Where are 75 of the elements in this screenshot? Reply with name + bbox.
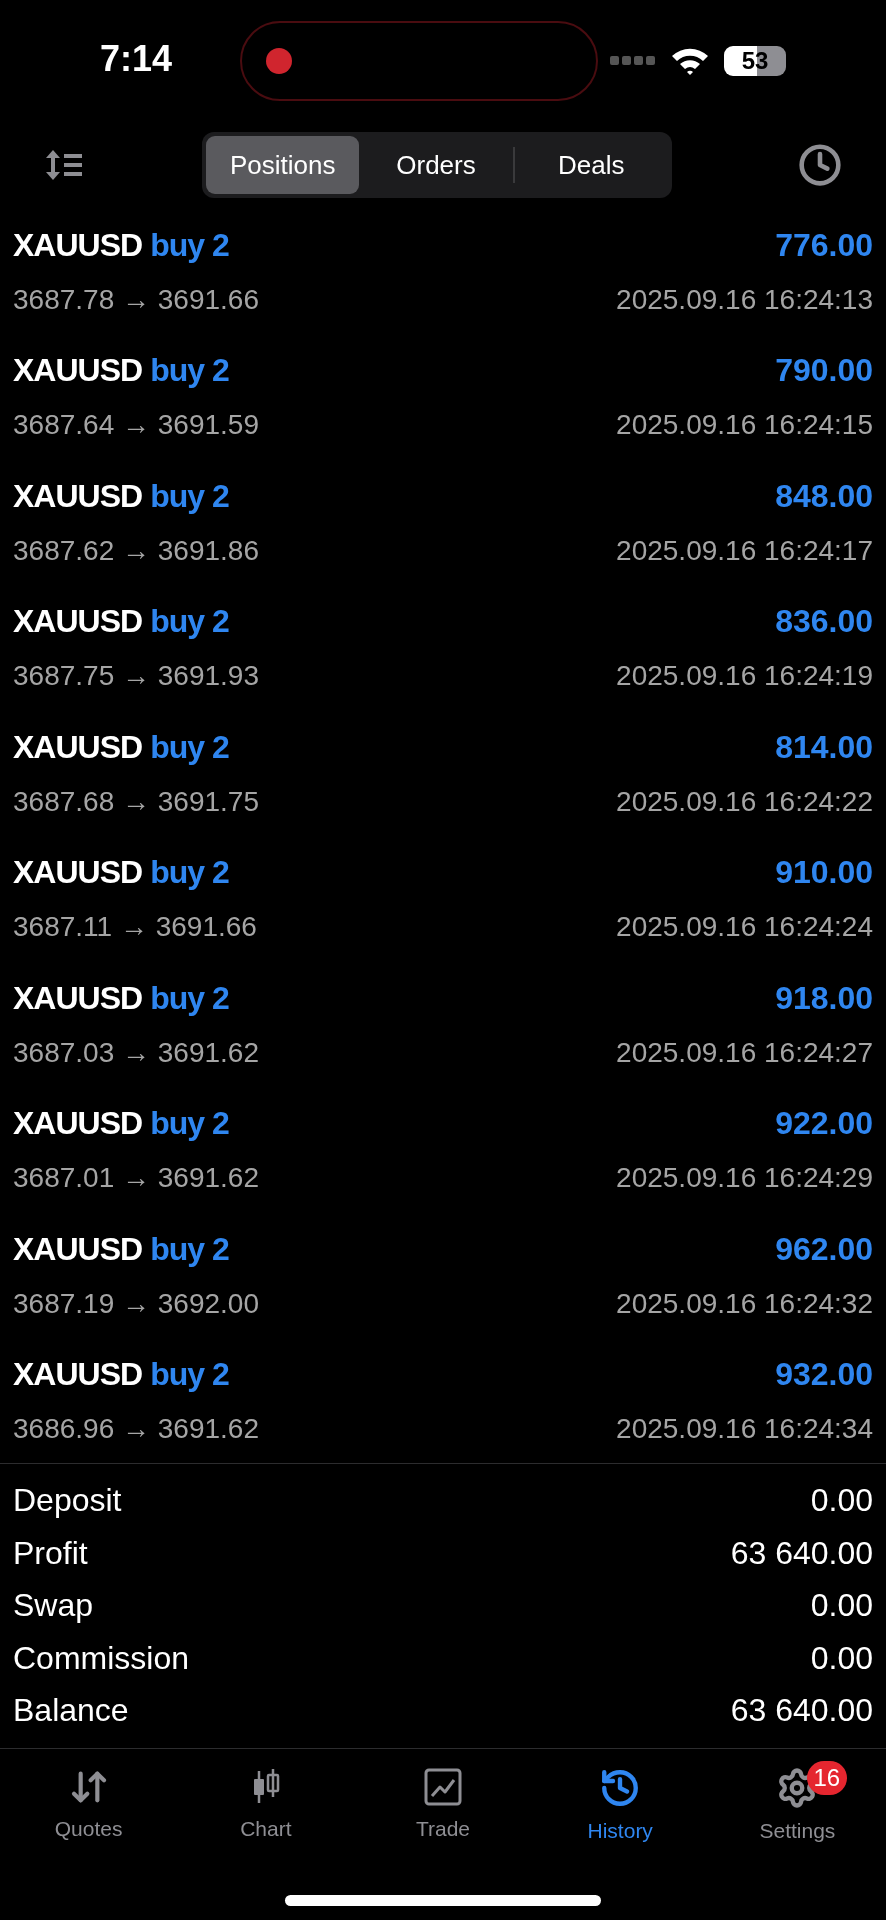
- price-range: 3687.03 → 3691.62: [13, 1035, 259, 1070]
- tab-bar-item[interactable]: Quotes: [54, 1767, 123, 1847]
- status-time: 7:14: [100, 37, 174, 81]
- signal-dots-icon: [610, 56, 656, 66]
- profit-value: 922.00: [775, 1104, 873, 1144]
- price-range: 3687.62 → 3691.86: [13, 533, 259, 568]
- price-range: 3687.68 → 3691.75: [13, 784, 259, 819]
- close-time: 2025.09.16 16:24:34: [616, 1412, 873, 1447]
- clock-icon[interactable]: [798, 143, 842, 187]
- trade-side: buy 2: [150, 1355, 229, 1395]
- close-time: 2025.09.16 16:24:29: [616, 1161, 873, 1196]
- profit-value: 910.00: [775, 853, 873, 893]
- symbol: XAUUSD: [13, 978, 143, 1018]
- tab[interactable]: Orders: [359, 136, 513, 194]
- trade-side: buy 2: [150, 1229, 229, 1269]
- summary-value: 0.00: [810, 1481, 873, 1521]
- line-chart-icon: [423, 1767, 463, 1807]
- tab[interactable]: Deals: [514, 136, 668, 194]
- summary-label: Deposit: [13, 1481, 122, 1521]
- close-time: 2025.09.16 16:24:13: [616, 282, 873, 317]
- symbol: XAUUSD: [13, 1229, 143, 1269]
- sort-icon[interactable]: [44, 148, 84, 182]
- summary-value: 63 640.00: [730, 1691, 873, 1731]
- trade-side: buy 2: [150, 978, 229, 1018]
- symbol: XAUUSD: [13, 853, 143, 893]
- close-time: 2025.09.16 16:24:15: [616, 408, 873, 443]
- battery-level: 53: [724, 46, 786, 76]
- profit-value: 848.00: [775, 476, 873, 516]
- trade-side: buy 2: [150, 727, 229, 767]
- price-range: 3687.64 → 3691.59: [13, 408, 259, 443]
- price-range: 3687.11 → 3691.66: [13, 910, 257, 945]
- trade-side: buy 2: [150, 225, 229, 265]
- trade-side: buy 2: [150, 602, 229, 642]
- tab-bar-item[interactable]: Trade: [415, 1767, 471, 1847]
- tab-bar-item[interactable]: History: [587, 1767, 653, 1847]
- notification-badge: 16: [806, 1761, 847, 1795]
- trade-side: buy 2: [150, 476, 229, 516]
- trade-side: buy 2: [150, 853, 229, 893]
- wifi-icon: [670, 46, 710, 76]
- price-range: 3687.19 → 3692.00: [13, 1286, 259, 1321]
- profit-value: 962.00: [775, 1229, 873, 1269]
- close-time: 2025.09.16 16:24:27: [616, 1035, 873, 1070]
- tab[interactable]: Positions: [206, 136, 360, 194]
- profit-value: 932.00: [775, 1355, 873, 1395]
- profit-value: 790.00: [775, 351, 873, 391]
- summary-label: Profit: [13, 1533, 88, 1573]
- profit-value: 814.00: [775, 727, 873, 767]
- price-range: 3687.01 → 3691.62: [13, 1161, 259, 1196]
- trade-side: buy 2: [150, 1104, 229, 1144]
- symbol: XAUUSD: [13, 602, 143, 642]
- close-time: 2025.09.16 16:24:24: [616, 910, 873, 945]
- profit-value: 776.00: [775, 225, 873, 265]
- price-range: 3686.96 → 3691.62: [13, 1412, 259, 1447]
- tab-bar-item[interactable]: Chart: [240, 1767, 292, 1847]
- symbol: XAUUSD: [13, 476, 143, 516]
- summary-label: Balance: [13, 1691, 129, 1731]
- price-range: 3687.75 → 3691.93: [13, 659, 259, 694]
- close-time: 2025.09.16 16:24:17: [616, 533, 873, 568]
- summary-value: 63 640.00: [730, 1533, 873, 1573]
- symbol: XAUUSD: [13, 351, 143, 391]
- symbol: XAUUSD: [13, 1104, 143, 1144]
- close-time: 2025.09.16 16:24:22: [616, 784, 873, 819]
- price-range: 3687.78 → 3691.66: [13, 282, 259, 317]
- profit-value: 918.00: [775, 978, 873, 1018]
- summary-label: Swap: [13, 1586, 94, 1626]
- close-time: 2025.09.16 16:24:32: [616, 1286, 873, 1321]
- close-time: 2025.09.16 16:24:19: [616, 659, 873, 694]
- symbol: XAUUSD: [13, 1355, 143, 1395]
- profit-value: 836.00: [775, 602, 873, 642]
- summary-label: Commission: [13, 1638, 190, 1678]
- symbol: XAUUSD: [13, 225, 143, 265]
- symbol: XAUUSD: [13, 727, 143, 767]
- summary-value: 0.00: [810, 1586, 873, 1626]
- summary-value: 0.00: [810, 1638, 873, 1678]
- trade-side: buy 2: [150, 351, 229, 391]
